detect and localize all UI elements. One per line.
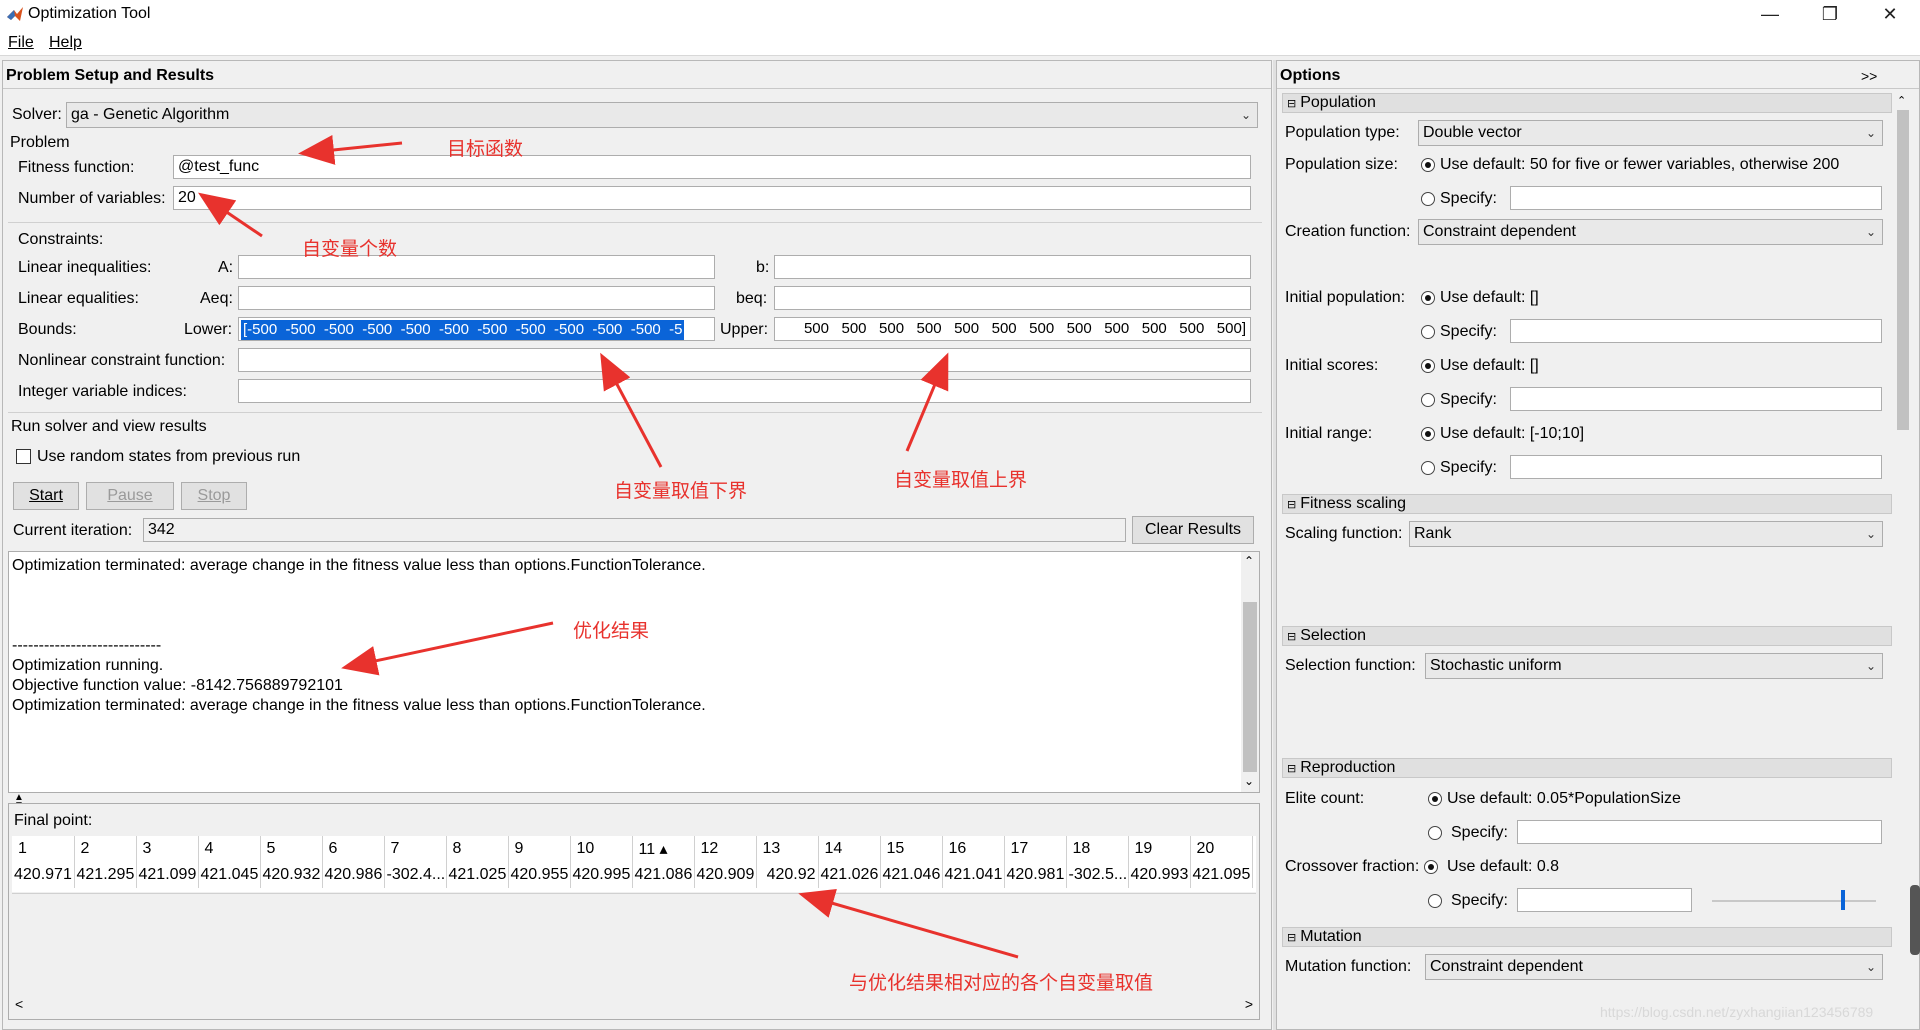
arrow-lower-bound (600, 352, 663, 468)
annotation-objective: 目标函数 (447, 138, 524, 160)
annotation-lower-bound: 自变量取值下界 (614, 480, 748, 502)
arrow-result (341, 621, 554, 676)
arrow-var-values (798, 888, 1019, 959)
arrow-num-vars (198, 192, 263, 238)
annotation-var-values: 与优化结果相对应的各个自变量取值 (849, 972, 1154, 994)
arrow-upper-bound (905, 352, 949, 452)
annotation-upper-bound: 自变量取值上界 (894, 469, 1028, 491)
annotation-num-vars: 自变量个数 (302, 238, 398, 260)
arrow-objective (298, 135, 403, 165)
annotation-overlay (198, 135, 1019, 959)
annotation-result: 优化结果 (573, 620, 650, 642)
